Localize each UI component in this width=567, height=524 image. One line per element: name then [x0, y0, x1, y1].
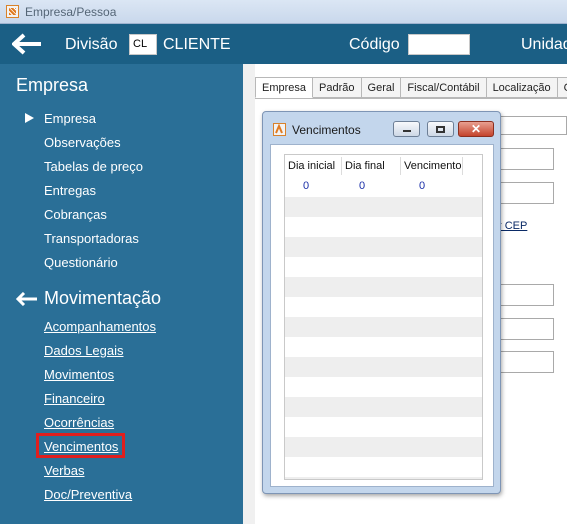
sidebar-item-tabelas-de-preco[interactable]: Tabelas de preço	[44, 159, 143, 174]
table-row[interactable]	[285, 337, 482, 357]
unidade-label: Unidad	[521, 36, 567, 53]
form-field-1[interactable]	[490, 116, 567, 135]
table-row[interactable]	[285, 357, 482, 377]
sidebar-item-questionario[interactable]: Questionário	[44, 255, 118, 270]
column-divider	[341, 157, 342, 175]
dialog-body: Dia inicial Dia final Vencimento 0 0 0	[270, 144, 494, 487]
sidebar-item-cobrancas[interactable]: Cobranças	[44, 207, 107, 222]
content-gutter	[243, 64, 255, 524]
close-button[interactable]: ✕	[458, 121, 494, 137]
table-row[interactable]	[285, 397, 482, 417]
table-row[interactable]	[285, 417, 482, 437]
codigo-label: Código	[349, 36, 400, 53]
back-arrow-icon	[16, 292, 37, 307]
vencimentos-grid[interactable]: Dia inicial Dia final Vencimento 0 0 0	[284, 154, 483, 480]
app-icon	[273, 123, 286, 136]
table-row[interactable]	[285, 237, 482, 257]
sidebar-link-financeiro[interactable]: Financeiro	[44, 391, 105, 406]
table-row[interactable]	[285, 217, 482, 237]
column-header-vencimento[interactable]: Vencimento	[404, 160, 461, 172]
tab-empresa[interactable]: Empresa	[255, 77, 314, 98]
table-row[interactable]	[285, 477, 482, 479]
column-divider	[400, 157, 401, 175]
column-divider	[462, 157, 463, 175]
table-row[interactable]	[285, 297, 482, 317]
table-row[interactable]	[285, 257, 482, 277]
sidebar-section-movimentacao: Movimentação	[16, 288, 161, 309]
minimize-icon	[402, 130, 411, 132]
back-arrow-icon[interactable]	[12, 33, 42, 55]
tab-padrao[interactable]: Padrão	[313, 77, 362, 98]
sidebar-link-verbas[interactable]: Verbas	[44, 463, 84, 478]
table-row[interactable]	[285, 197, 482, 217]
sidebar-link-dados-legais[interactable]: Dados Legais	[44, 343, 124, 358]
tab-fiscal-contabil[interactable]: Fiscal/Contábil	[401, 77, 487, 98]
divisao-label: Divisão	[65, 36, 118, 53]
maximize-icon	[436, 125, 445, 133]
divisao-name: CLIENTE	[163, 36, 231, 53]
window-title: Empresa/Pessoa	[25, 4, 117, 19]
vencimentos-dialog: Vencimentos ✕ Dia inicial Dia final Venc…	[262, 111, 501, 494]
dialog-title: Vencimentos	[292, 123, 361, 137]
sidebar-link-ocorrencias[interactable]: Ocorrências	[44, 415, 114, 430]
table-row[interactable]	[285, 317, 482, 337]
close-icon: ✕	[470, 122, 482, 136]
table-row[interactable]	[285, 377, 482, 397]
highlight-vencimentos	[36, 433, 125, 458]
cep-link[interactable]: r CEP	[498, 220, 527, 232]
cell-dia-final: 0	[359, 180, 366, 192]
tab-con[interactable]: Con	[557, 77, 567, 98]
table-row[interactable]	[285, 457, 482, 477]
column-header-dia-inicial[interactable]: Dia inicial	[288, 160, 335, 172]
sidebar-item-transportadoras[interactable]: Transportadoras	[44, 231, 139, 246]
sidebar-section-movimentacao-label: Movimentação	[44, 288, 162, 308]
tab-panel-border	[255, 98, 567, 99]
table-row[interactable]: 0 0 0	[285, 177, 482, 197]
column-header-dia-final[interactable]: Dia final	[345, 160, 385, 172]
divisao-code-field[interactable]: CL	[129, 34, 157, 55]
sidebar-link-doc-preventiva[interactable]: Doc/Preventiva	[44, 487, 132, 502]
table-row[interactable]	[285, 277, 482, 297]
sidebar-link-acompanhamentos[interactable]: Acompanhamentos	[44, 319, 156, 334]
sidebar-item-observacoes[interactable]: Observações	[44, 135, 121, 150]
header-bar: Divisão CL CLIENTE Código Unidad	[0, 24, 567, 64]
cell-vencimento: 0	[419, 180, 426, 192]
tab-geral[interactable]: Geral	[361, 77, 402, 98]
cell-dia-inicial: 0	[303, 180, 310, 192]
dialog-titlebar[interactable]: Vencimentos ✕	[263, 112, 500, 144]
sidebar-item-empresa[interactable]: Empresa	[24, 111, 96, 126]
maximize-button[interactable]	[427, 121, 454, 137]
sidebar-link-movimentos[interactable]: Movimentos	[44, 367, 114, 382]
table-row[interactable]	[285, 437, 482, 457]
sidebar-section-empresa: Empresa	[16, 75, 89, 95]
window-titlebar: Empresa/Pessoa	[0, 0, 567, 24]
codigo-field[interactable]	[408, 34, 470, 55]
grid-header: Dia inicial Dia final Vencimento	[285, 155, 482, 177]
app-icon	[6, 5, 19, 18]
minimize-button[interactable]	[393, 121, 420, 137]
tab-localizacao[interactable]: Localização	[486, 77, 558, 98]
tab-bar: Empresa Padrão Geral Fiscal/Contábil Loc…	[255, 77, 567, 98]
sidebar-item-entregas[interactable]: Entregas	[44, 183, 96, 198]
